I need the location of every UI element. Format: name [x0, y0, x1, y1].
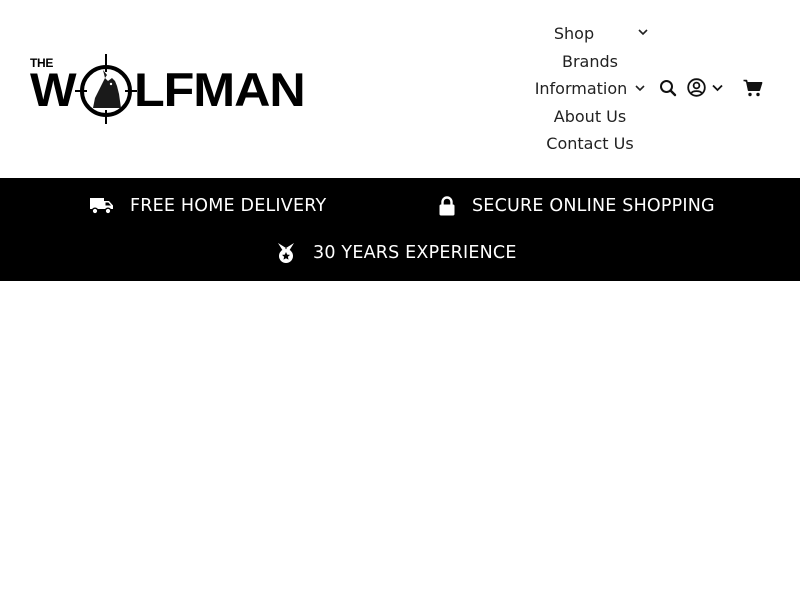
feature-free-home-delivery: FREE HOME DELIVERY	[90, 196, 326, 216]
nav-label: Shop	[553, 24, 595, 44]
account-icon[interactable]	[687, 78, 706, 97]
feature-secure-online-shopping: SECURE ONLINE SHOPPING	[438, 196, 715, 216]
feature-label: FREE HOME DELIVERY	[130, 196, 327, 216]
medal-icon	[275, 242, 297, 264]
header-icons	[659, 78, 763, 97]
main-nav: Shop Brands Information About Us Contact…	[520, 20, 660, 158]
truck-icon	[90, 197, 114, 215]
nav-item-brands[interactable]: Brands	[520, 48, 660, 76]
wolf-reticle-icon	[75, 54, 137, 124]
site-header: THE W LFMAN Shop Brands Information Abou…	[0, 0, 800, 178]
nav-item-information[interactable]: Information	[520, 75, 660, 103]
main-content	[0, 281, 800, 600]
nav-label: Information	[534, 79, 628, 99]
features-banner: FREE HOME DELIVERY SECURE ONLINE SHOPPIN…	[0, 178, 800, 281]
cart-icon[interactable]	[743, 79, 763, 97]
feature-label: SECURE ONLINE SHOPPING	[472, 196, 715, 216]
feature-30-years-experience: 30 YEARS EXPERIENCE	[275, 242, 517, 264]
nav-label: Contact Us	[546, 134, 634, 154]
nav-item-contact-us[interactable]: Contact Us	[520, 130, 660, 158]
nav-label: About Us	[553, 106, 627, 126]
logo-rest: LFMAN	[134, 63, 306, 116]
nav-item-about-us[interactable]: About Us	[520, 103, 660, 131]
chevron-down-icon[interactable]	[635, 85, 645, 92]
nav-item-shop[interactable]: Shop	[520, 20, 660, 48]
lock-icon	[438, 196, 456, 216]
chevron-down-icon[interactable]	[638, 29, 648, 36]
search-icon[interactable]	[659, 79, 677, 97]
site-logo[interactable]: THE W LFMAN	[30, 54, 325, 124]
logo-w: W	[30, 63, 77, 116]
nav-label: Brands	[562, 51, 618, 71]
chevron-down-icon[interactable]	[712, 84, 723, 92]
feature-label: 30 YEARS EXPERIENCE	[313, 243, 517, 263]
